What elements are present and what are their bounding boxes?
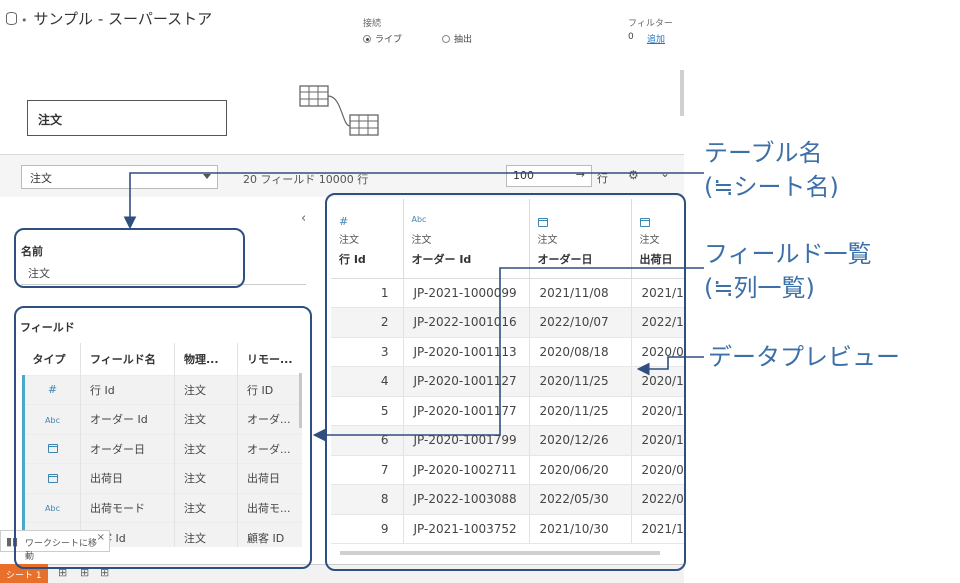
data-preview-arrow bbox=[636, 356, 704, 376]
callout-data-preview: データプレビュー bbox=[708, 343, 900, 371]
callout-field-list: フィールド一覧 (≒列一覧) bbox=[704, 237, 872, 305]
callout-field-list-line1: フィールド一覧 bbox=[704, 240, 872, 268]
callout-table-name-line1: テーブル名 bbox=[704, 139, 823, 167]
callout-field-list-line2: (≒列一覧) bbox=[704, 274, 815, 302]
field-list-arrow bbox=[312, 267, 704, 442]
table-name-arrow bbox=[123, 172, 704, 230]
callout-table-name-line2: (≒シート名) bbox=[704, 173, 839, 201]
callout-table-name: テーブル名 (≒シート名) bbox=[704, 136, 839, 204]
